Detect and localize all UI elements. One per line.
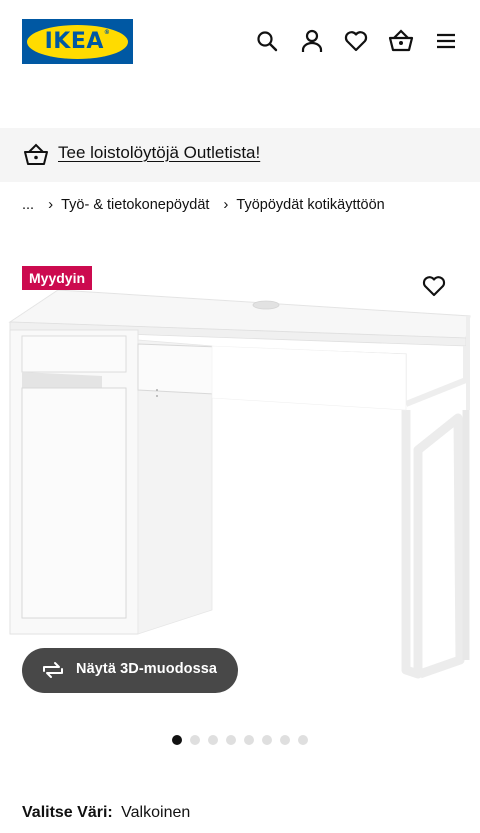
heart-icon[interactable] xyxy=(343,28,369,54)
color-value: Valkoinen xyxy=(121,804,191,821)
gallery-dot[interactable] xyxy=(262,735,272,745)
view-3d-label: Näytä 3D-muodossa xyxy=(76,661,218,677)
gallery-dot[interactable] xyxy=(226,735,236,745)
gallery-dot[interactable] xyxy=(208,735,218,745)
color-selector[interactable]: Valitse Väri: Valkoinen xyxy=(22,804,190,822)
chevron-right-icon: › xyxy=(48,196,54,213)
breadcrumb-item-home-desks[interactable]: Työpöydät kotikäyttöön xyxy=(236,197,384,213)
gallery-dot[interactable] xyxy=(172,735,182,745)
favorite-heart-icon[interactable] xyxy=(422,275,448,301)
gallery-dot[interactable] xyxy=(298,735,308,745)
gallery-dot[interactable] xyxy=(190,735,200,745)
breadcrumb: ... › Työ- & tietokonepöydät › Työpöydät… xyxy=(22,196,385,213)
color-label: Valitse Väri: xyxy=(22,804,113,821)
breadcrumb-ellipsis[interactable]: ... xyxy=(22,197,34,213)
outlet-link[interactable]: Tee loistolöytöjä Outletista! xyxy=(58,143,260,163)
basket-icon xyxy=(23,143,49,167)
menu-icon[interactable] xyxy=(433,28,459,54)
site-header: IKEA® xyxy=(0,0,480,84)
gallery-dot[interactable] xyxy=(280,735,290,745)
search-icon[interactable] xyxy=(254,28,280,54)
rotate-3d-icon xyxy=(41,659,65,681)
bestseller-badge: Myydyin xyxy=(22,266,93,290)
account-icon[interactable] xyxy=(299,28,325,54)
logo-text: IKEA® xyxy=(44,29,111,54)
chevron-right-icon: › xyxy=(223,196,229,213)
gallery-dot[interactable] xyxy=(244,735,254,745)
ikea-logo[interactable]: IKEA® xyxy=(22,19,133,64)
basket-icon[interactable] xyxy=(388,28,414,54)
logo-oval: IKEA® xyxy=(27,24,128,59)
outlet-banner[interactable]: Tee loistolöytöjä Outletista! xyxy=(0,128,480,182)
breadcrumb-item-desks[interactable]: Työ- & tietokonepöydät xyxy=(61,197,209,213)
view-3d-button[interactable]: Näytä 3D-muodossa xyxy=(22,648,238,693)
gallery-pagination xyxy=(172,735,308,745)
